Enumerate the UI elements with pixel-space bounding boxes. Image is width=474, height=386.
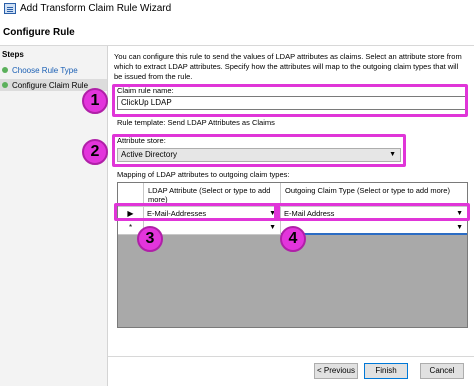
page-title: Configure Rule — [3, 27, 75, 38]
annotation-badge-2: 2 — [82, 139, 108, 165]
step-status-icon — [2, 67, 8, 73]
annotation-badge-1: 1 — [82, 88, 108, 114]
step-label: Choose Rule Type — [12, 65, 78, 75]
step-label: Configure Claim Rule — [12, 80, 89, 90]
steps-title: Steps — [2, 50, 24, 59]
highlight-ldap-attribute — [114, 203, 280, 221]
finish-button[interactable]: Finish — [364, 363, 408, 379]
step-choose-rule-type[interactable]: Choose Rule Type — [2, 64, 78, 76]
mapping-label: Mapping of LDAP attributes to outgoing c… — [117, 170, 290, 179]
grid-header-ldap-text: LDAP Attribute (Select or type to add mo… — [148, 186, 271, 204]
footer-divider — [108, 356, 474, 357]
highlight-attribute-store — [112, 134, 406, 167]
title-bar: Add Transform Claim Rule Wizard — [0, 0, 474, 18]
chevron-down-icon: ▼ — [269, 224, 276, 231]
cancel-button[interactable]: Cancel — [420, 363, 464, 379]
window-title: Add Transform Claim Rule Wizard — [20, 3, 172, 14]
step-status-icon — [2, 82, 8, 88]
annotation-badge-3: 3 — [137, 226, 163, 252]
grid-header-claim-text: Outgoing Claim Type (Select or type to a… — [285, 186, 450, 195]
ldap-attribute-select[interactable]: ▼ — [144, 221, 281, 235]
intro-text: You can configure this rule to send the … — [114, 52, 462, 81]
highlight-claim-rule-name — [112, 84, 468, 117]
annotation-badge-4: 4 — [280, 226, 306, 252]
rule-template-label: Rule template: Send LDAP Attributes as C… — [117, 118, 275, 127]
wizard-icon — [4, 3, 16, 14]
highlight-outgoing-claim-type — [274, 203, 470, 221]
previous-button[interactable]: < Previous — [314, 363, 358, 379]
page-header: Configure Rule — [0, 18, 474, 46]
chevron-down-icon: ▼ — [456, 224, 463, 231]
outgoing-claim-type-select[interactable]: ▼ — [281, 221, 467, 235]
